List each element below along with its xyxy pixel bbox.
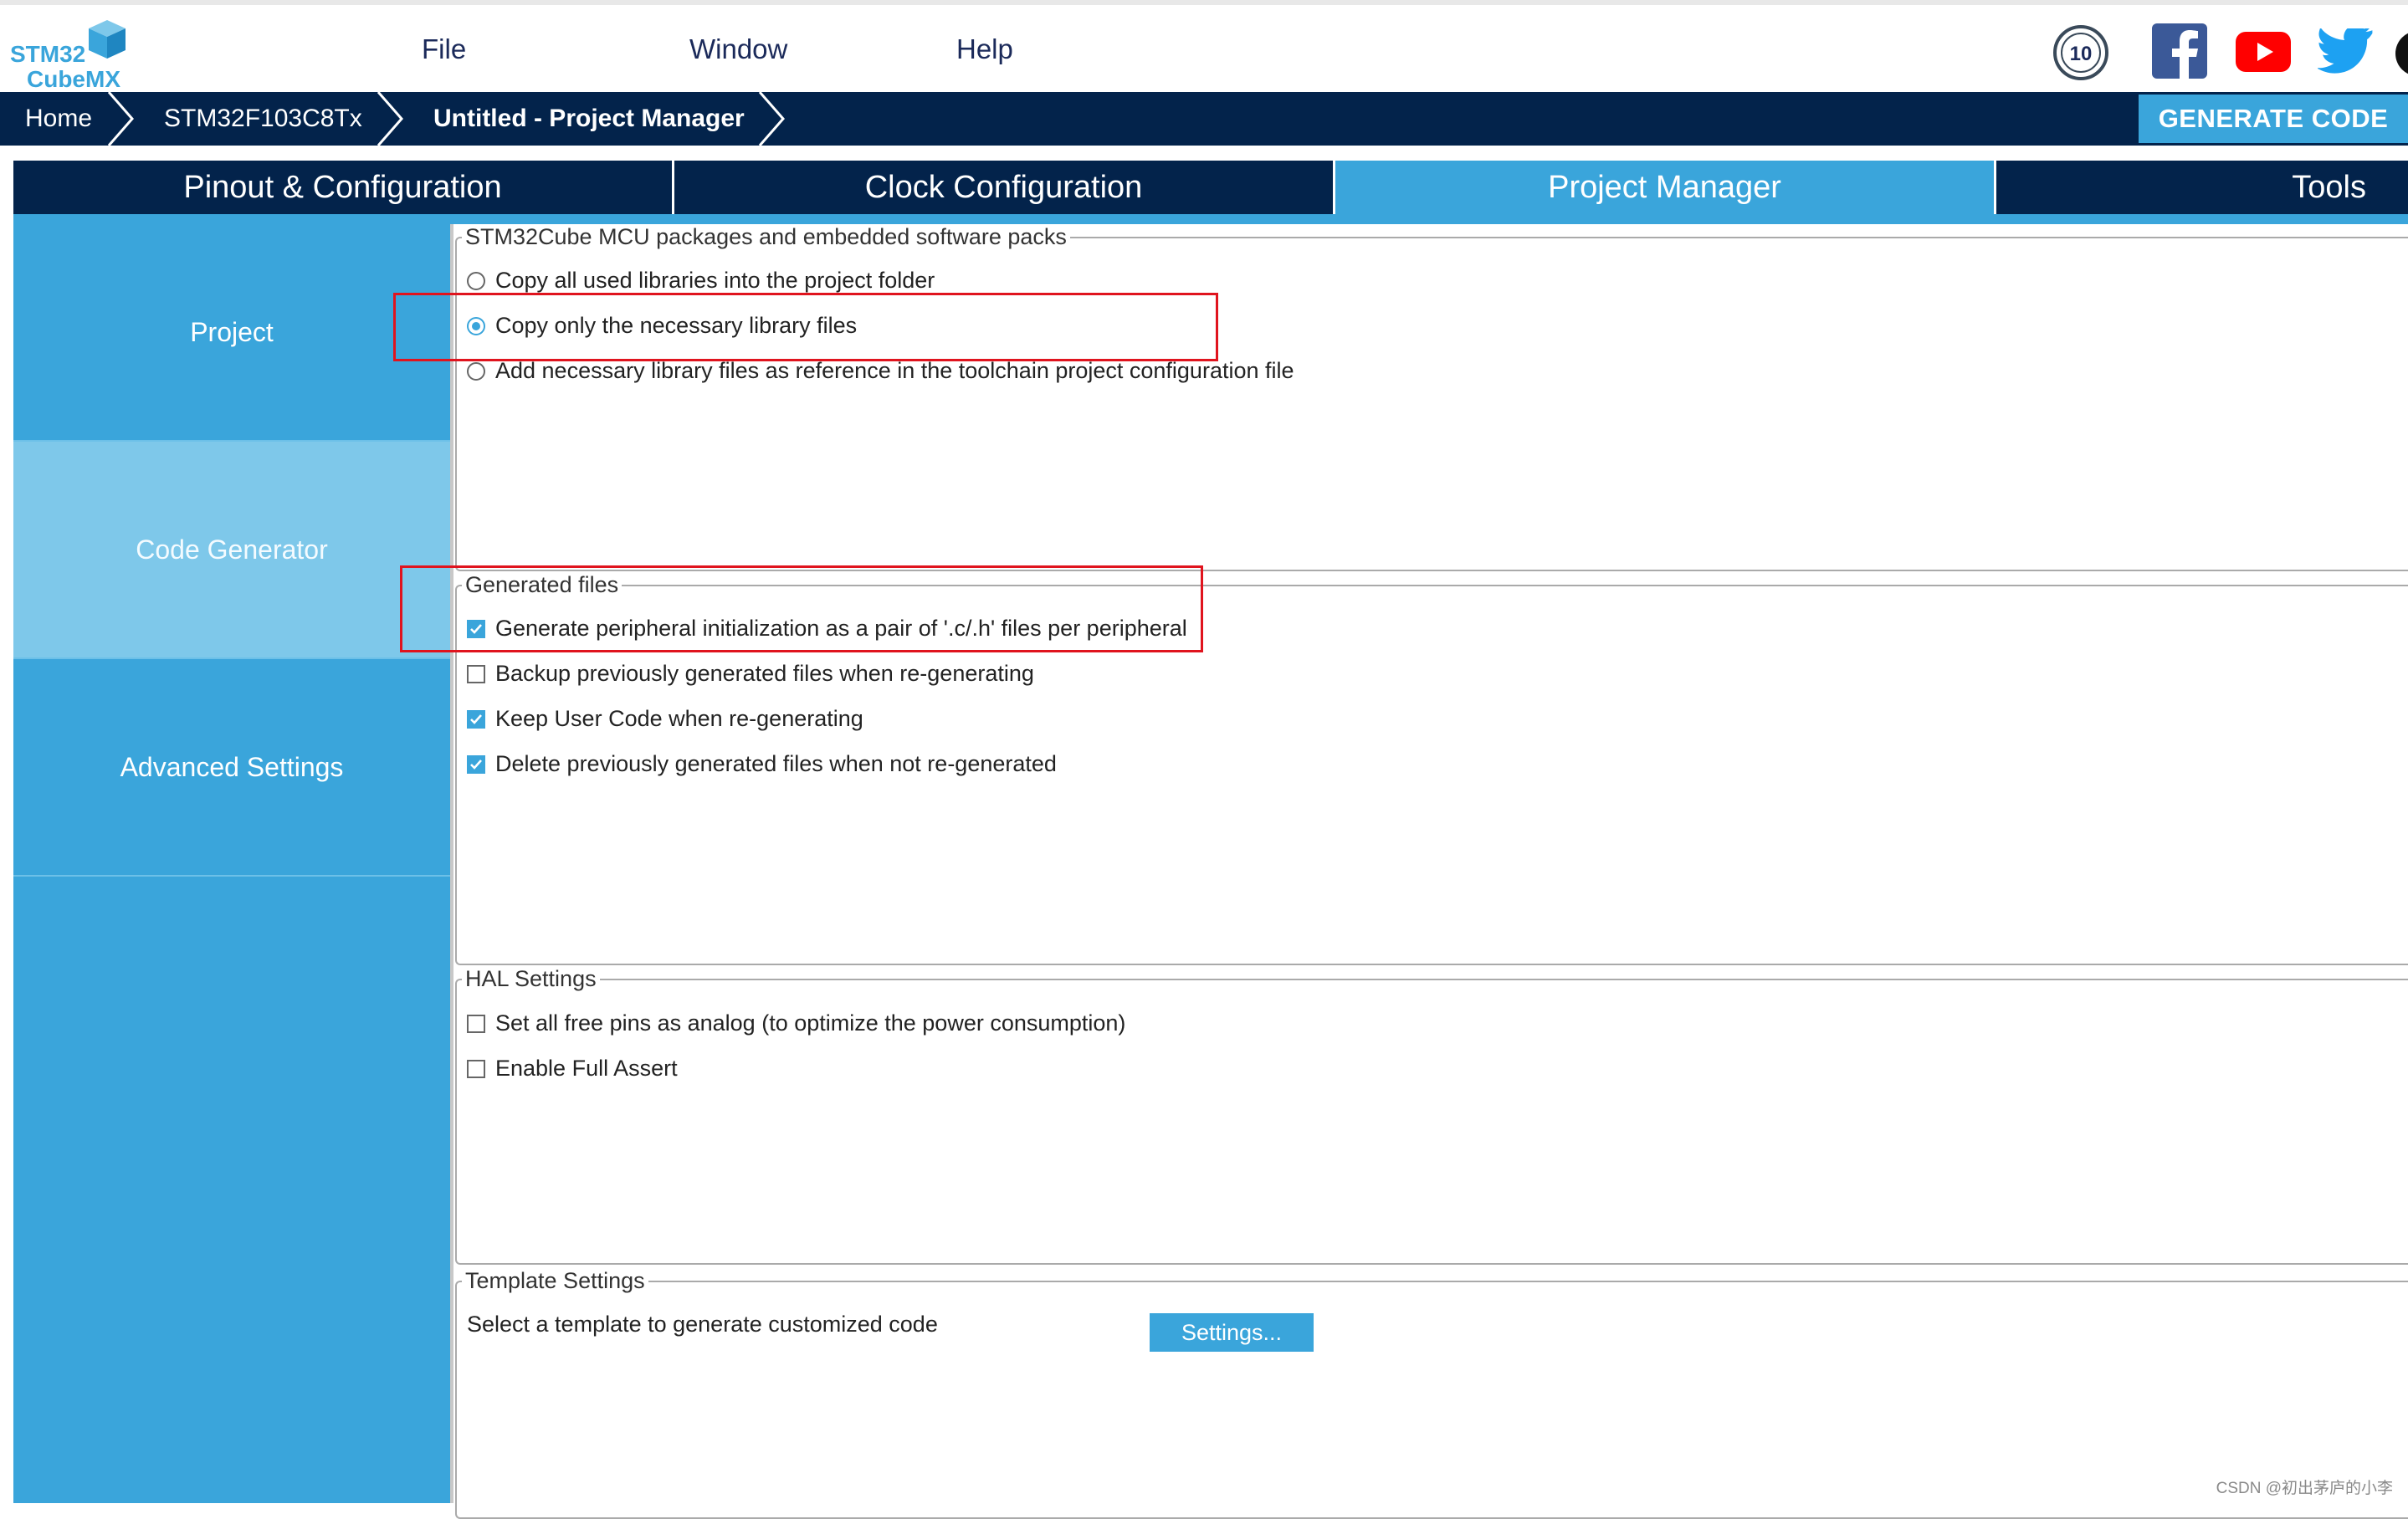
tab-pinout-configuration[interactable]: Pinout & Configuration (13, 161, 674, 214)
option-label: Generate peripheral initialization as a … (495, 616, 1187, 641)
option-label: Set all free pins as analog (to optimize… (495, 1010, 1126, 1036)
checkbox-free-pins-analog[interactable]: Set all free pins as analog (to optimize… (467, 1010, 1125, 1036)
tab-tools[interactable]: Tools (1996, 161, 2408, 214)
option-label: Backup previously generated files when r… (495, 661, 1034, 686)
checkbox[interactable] (467, 709, 485, 729)
sidenav-item-project[interactable]: Project (13, 224, 450, 442)
option-label: Delete previously generated files when n… (495, 751, 1057, 776)
tab-clock-configuration[interactable]: Clock Configuration (674, 161, 1335, 214)
facebook-icon[interactable] (2152, 23, 2207, 82)
generate-code-button[interactable]: GENERATE CODE (2139, 95, 2408, 143)
option-label: Copy all used libraries into the project… (495, 268, 935, 293)
template-description: Select a template to generate customized… (467, 1312, 938, 1337)
tab-project-manager[interactable]: Project Manager (1335, 161, 1996, 214)
checkbox-delete-previous-files[interactable]: Delete previously generated files when n… (467, 751, 1057, 777)
sidenav-item-code-generator[interactable]: Code Generator (13, 442, 450, 659)
option-label: Keep User Code when re-generating (495, 706, 863, 731)
radio-copy-all-libraries[interactable]: Copy all used libraries into the project… (467, 268, 935, 294)
chevron-right-icon (377, 92, 403, 146)
hal-settings-group-legend: HAL Settings (465, 966, 597, 991)
code-generator-panel: STM32Cube MCU packages and embedded soft… (450, 224, 2408, 1519)
side-navigation: Project Code Generator Advanced Settings (13, 224, 450, 1503)
radio-button[interactable] (467, 271, 485, 290)
packages-group-legend: STM32Cube MCU packages and embedded soft… (465, 224, 1067, 249)
template-settings-group: Template Settings (455, 1268, 2408, 1519)
radio-button[interactable] (467, 316, 485, 335)
github-icon[interactable] (2395, 30, 2408, 89)
option-label: Copy only the necessary library files (495, 313, 858, 338)
chevron-right-icon (758, 92, 785, 146)
template-settings-button[interactable]: Settings... (1150, 1313, 1314, 1352)
svg-text:CubeMX: CubeMX (27, 66, 120, 92)
checkbox-generate-peripheral-pairs[interactable]: Generate peripheral initialization as a … (467, 616, 1187, 642)
check-icon (470, 623, 482, 634)
watermark: CSDN @初出茅庐的小李 (2216, 1480, 2393, 1497)
sidenav-item-label: Code Generator (136, 534, 328, 565)
sidenav-item-label: Advanced Settings (120, 751, 344, 782)
checkbox-keep-user-code[interactable]: Keep User Code when re-generating (467, 706, 863, 732)
breadcrumb: Home STM32F103C8Tx Untitled - Project Ma… (0, 92, 2408, 146)
checkbox[interactable] (467, 754, 485, 774)
checkbox[interactable] (467, 619, 485, 638)
check-icon (470, 759, 482, 770)
chevron-right-icon (107, 92, 134, 146)
sidenav-item-advanced-settings[interactable]: Advanced Settings (13, 659, 450, 877)
top-menu-bar: STM32 CubeMX File Window Help 10 (0, 0, 2408, 92)
radio-add-library-reference[interactable]: Add necessary library files as reference… (467, 358, 1294, 384)
sidenav-item-label: Project (190, 316, 274, 347)
checkbox[interactable] (467, 1014, 485, 1033)
radio-button[interactable] (467, 361, 485, 381)
generated-files-group-legend: Generated files (465, 572, 619, 597)
check-icon (470, 713, 482, 724)
breadcrumb-device[interactable]: STM32F103C8Tx (164, 92, 362, 146)
menu-file[interactable]: File (422, 33, 466, 65)
checkbox-enable-full-assert[interactable]: Enable Full Assert (467, 1056, 678, 1082)
svg-text:STM32: STM32 (10, 41, 85, 67)
menu-help[interactable]: Help (956, 33, 1013, 65)
checkbox[interactable] (467, 664, 485, 683)
option-label: Add necessary library files as reference… (495, 358, 1294, 383)
tab-underline (13, 214, 2408, 224)
twitter-icon[interactable] (2316, 25, 2373, 87)
breadcrumb-current[interactable]: Untitled - Project Manager (433, 92, 745, 146)
menu-window[interactable]: Window (689, 33, 787, 65)
template-description-text: Select a template to generate customized… (467, 1312, 938, 1337)
youtube-icon[interactable] (2236, 32, 2291, 90)
template-settings-group-legend: Template Settings (465, 1268, 645, 1293)
breadcrumb-home[interactable]: Home (25, 92, 92, 146)
radio-copy-necessary-libraries[interactable]: Copy only the necessary library files (467, 313, 857, 339)
option-label: Enable Full Assert (495, 1056, 678, 1081)
anniversary-badge-icon[interactable]: 10 (2052, 23, 2110, 82)
checkbox[interactable] (467, 1059, 485, 1078)
stm32cubemx-logo: STM32 CubeMX (10, 17, 136, 92)
main-tabs: Pinout & Configuration Clock Configurati… (13, 161, 2408, 214)
svg-text:10: 10 (2070, 43, 2093, 65)
checkbox-backup-generated-files[interactable]: Backup previously generated files when r… (467, 661, 1034, 687)
